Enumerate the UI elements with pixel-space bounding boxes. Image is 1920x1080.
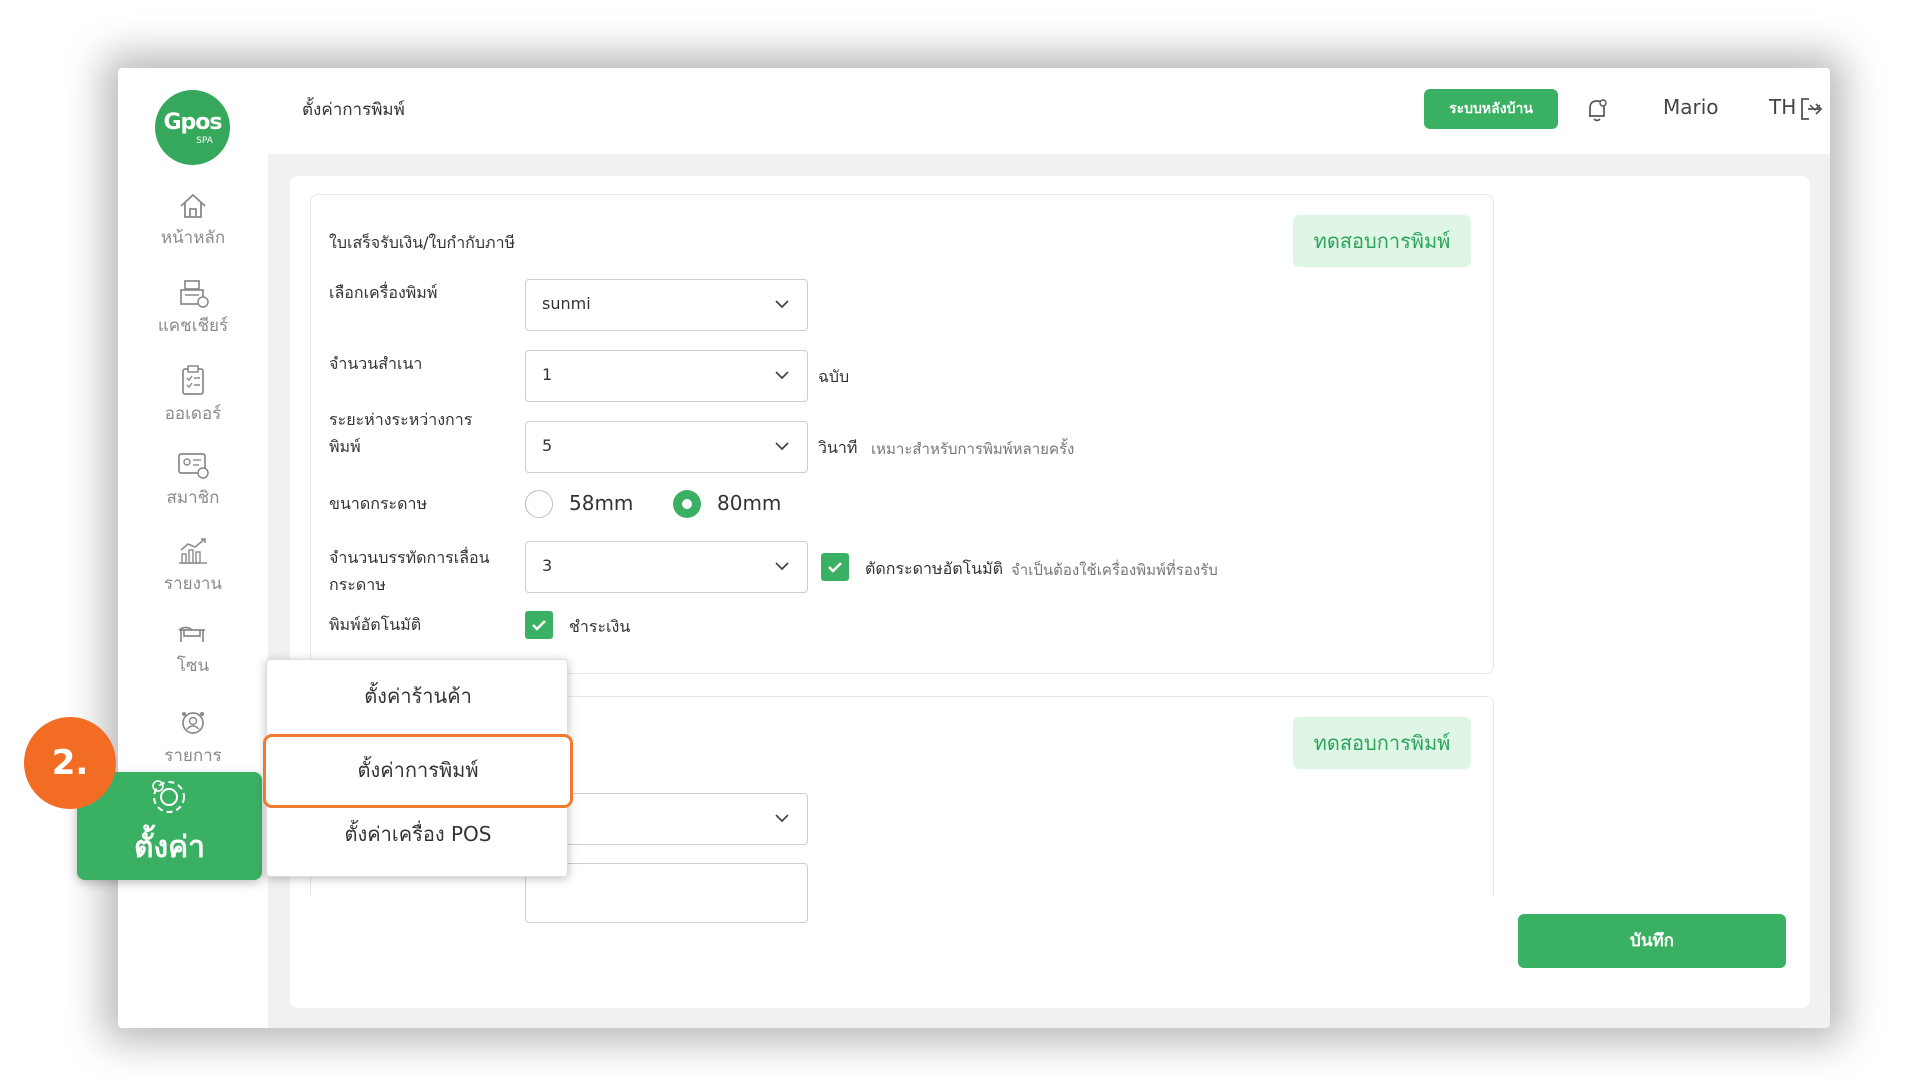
sidebar-item-label: ออเดอร์ xyxy=(164,404,222,424)
sidebar-item-orders[interactable]: ออเดอร์ xyxy=(118,364,268,438)
app-logo[interactable]: Gpos SPA xyxy=(155,90,230,165)
copies-value: 1 xyxy=(542,365,553,384)
sidebar-item-label: โซน xyxy=(176,656,210,676)
sidebar-item-label: แคชเชียร์ xyxy=(157,316,229,336)
feed-lines-value: 3 xyxy=(542,556,553,575)
feed-lines-select[interactable]: 3 xyxy=(525,541,808,593)
copies-suffix: ฉบับ xyxy=(818,367,850,386)
auto-print-label: พิมพ์อัตโนมัติ xyxy=(329,615,422,634)
sidebar-item-services[interactable]: รายการ xyxy=(118,708,268,782)
interval-hint: เหมาะสำหรับการพิมพ์หลายครั้ง xyxy=(871,440,1075,458)
step-badge: 2. xyxy=(24,717,116,809)
member-card-icon xyxy=(178,453,209,479)
menu-item-store-settings[interactable]: ตั้งค่าร้านค้า xyxy=(267,680,569,712)
feed-lines-label-line2: กระดาษ xyxy=(329,575,386,594)
printer-label: เลือกเครื่องพิมพ์ xyxy=(329,283,438,302)
feed-lines-label: จำนวนบรรทัดการเลื่อน xyxy=(329,548,490,567)
interval-select[interactable]: 5 xyxy=(525,421,808,473)
menu-item-pos-settings[interactable]: ตั้งค่าเครื่อง POS xyxy=(267,818,569,850)
interval-label: ระยะห่างระหว่างการ xyxy=(329,410,473,429)
paper-size-label: ขนาดกระดาษ xyxy=(329,494,428,513)
logout-icon[interactable] xyxy=(1798,96,1824,122)
services-icon xyxy=(182,712,204,734)
clipboard-icon xyxy=(182,365,204,395)
paper-58mm-label: 58mm xyxy=(569,491,634,515)
header: ตั้งค่าการพิมพ์ ระบบหลังบ้าน Mario TH xyxy=(268,68,1830,154)
check-icon xyxy=(828,562,842,573)
bell-icon[interactable] xyxy=(1584,96,1610,124)
main-panel: ใบเสร็จรับเงิน/ใบกำกับภาษี ทดสอบการพิมพ์… xyxy=(290,176,1810,1008)
cash-register-icon xyxy=(180,280,209,308)
copies-select[interactable]: 1 xyxy=(525,350,808,402)
gear-icon xyxy=(152,780,185,813)
check-icon xyxy=(532,620,546,631)
sidebar-item-label: ตั้งค่า xyxy=(133,830,206,865)
chart-icon xyxy=(179,538,207,564)
chevron-down-icon xyxy=(775,562,789,571)
bed-icon xyxy=(178,626,205,642)
paper-80mm-radio[interactable] xyxy=(673,490,701,518)
section-title: ใบเสร็จรับเงิน/ใบกำกับภาษี xyxy=(329,233,516,252)
home-icon xyxy=(180,193,206,218)
sidebar: Gpos SPA หน้าหลัก แคชเชียร์ ออเดอร์ สมาช… xyxy=(118,68,268,1028)
app-window: Gpos SPA หน้าหลัก แคชเชียร์ ออเดอร์ สมาช… xyxy=(118,68,1830,1028)
sidebar-item-label: รายงาน xyxy=(163,574,223,594)
interval-value: 5 xyxy=(542,436,553,455)
copies-label: จำนวนสำเนา xyxy=(329,354,423,373)
sidebar-item-reports[interactable]: รายงาน xyxy=(118,536,268,610)
auto-cut-label: ตัดกระดาษอัตโนมัติ xyxy=(865,559,1004,578)
interval-label-line2: พิมพ์ xyxy=(329,437,361,456)
menu-item-print-settings[interactable]: ตั้งค่าการพิมพ์ xyxy=(263,734,573,808)
sidebar-item-label: สมาชิก xyxy=(166,488,220,508)
backoffice-button[interactable]: ระบบหลังบ้าน xyxy=(1424,89,1558,129)
save-button[interactable]: บันทึก xyxy=(1518,914,1786,968)
chevron-down-icon xyxy=(775,442,789,451)
auto-cut-checkbox[interactable] xyxy=(821,553,849,581)
sidebar-item-label: หน้าหลัก xyxy=(160,228,226,248)
interval-suffix: วินาที xyxy=(818,438,858,457)
logo-subtext: SPA xyxy=(196,136,213,146)
receipt-settings-card: ใบเสร็จรับเงิน/ใบกำกับภาษี ทดสอบการพิมพ์… xyxy=(310,194,1494,674)
settings-submenu: ตั้งค่าร้านค้า ตั้งค่าการพิมพ์ ตั้งค่าเค… xyxy=(263,659,573,877)
sidebar-item-zones[interactable]: โซน xyxy=(118,622,268,696)
auto-print-payment-label: ชำระเงิน xyxy=(569,617,631,636)
sidebar-item-cashier[interactable]: แคชเชียร์ xyxy=(118,278,268,352)
auto-cut-hint: จำเป็นต้องใช้เครื่องพิมพ์ที่รองรับ xyxy=(1011,561,1218,579)
sidebar-item-members[interactable]: สมาชิก xyxy=(118,450,268,524)
chevron-down-icon xyxy=(775,371,789,380)
language-selector[interactable]: TH xyxy=(1769,95,1796,119)
test-print-button[interactable]: ทดสอบการพิมพ์ xyxy=(1293,215,1471,267)
chevron-down-icon xyxy=(775,300,789,309)
user-name[interactable]: Mario xyxy=(1663,95,1719,119)
sidebar-item-home[interactable]: หน้าหลัก xyxy=(118,192,268,266)
test-print-button-2[interactable]: ทดสอบการพิมพ์ xyxy=(1293,717,1471,769)
auto-print-payment-checkbox[interactable] xyxy=(525,611,553,639)
printer-select[interactable]: sunmi xyxy=(525,279,808,331)
logo-text: Gpos xyxy=(163,110,222,135)
paper-58mm-radio[interactable] xyxy=(525,490,553,518)
sidebar-item-label: รายการ xyxy=(164,746,222,766)
paper-80mm-label: 80mm xyxy=(717,491,782,515)
chevron-down-icon xyxy=(775,814,789,823)
page-title: ตั้งค่าการพิมพ์ xyxy=(302,100,405,120)
printer-value: sunmi xyxy=(542,294,591,313)
